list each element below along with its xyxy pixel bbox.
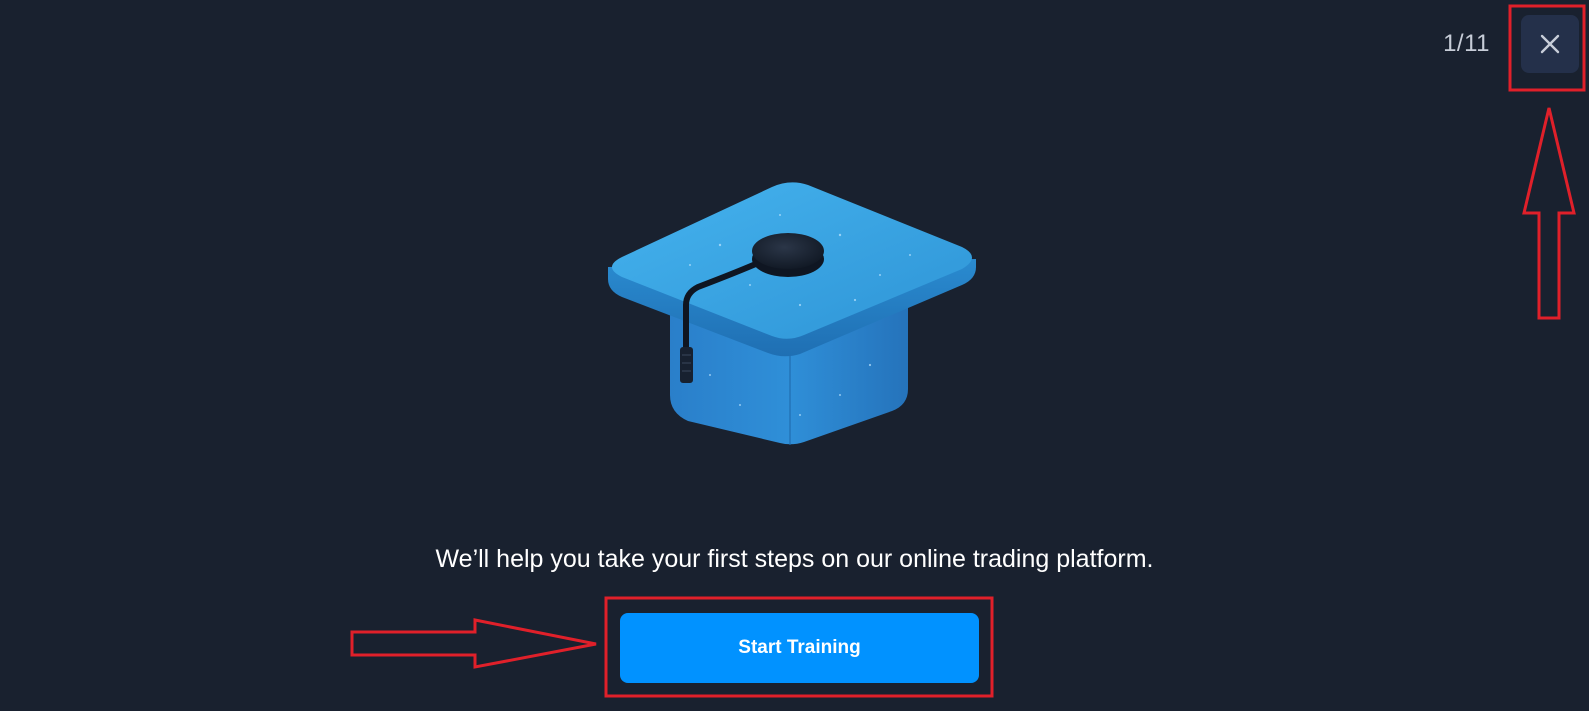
onboarding-screen: 1/11 We’ll help you take your first step… [0,0,1589,711]
close-button[interactable] [1521,15,1579,73]
step-counter: 1/11 [1443,30,1490,57]
right-arrow-annotation [350,618,597,669]
intro-message: We’ll help you take your first steps on … [435,545,1154,573]
start-training-button[interactable]: Start Training [620,613,979,683]
close-icon [1540,34,1560,54]
up-arrow-annotation [1522,107,1576,320]
graduation-cap-icon [608,182,976,445]
